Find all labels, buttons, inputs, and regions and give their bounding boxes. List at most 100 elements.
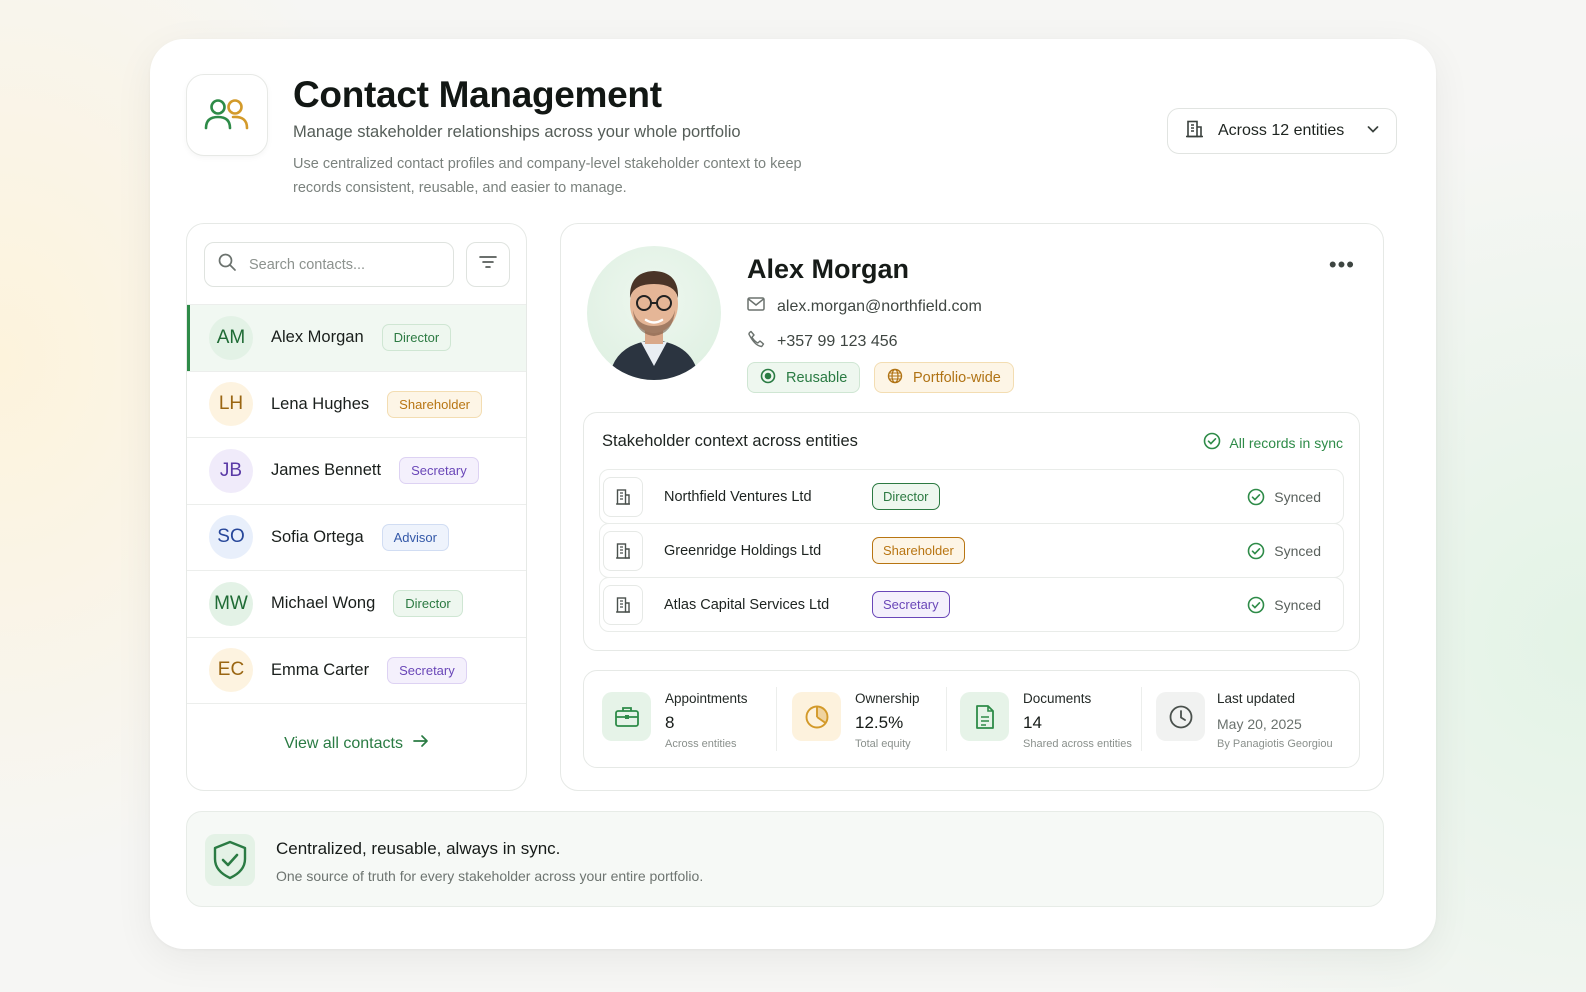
role-badge: Secretary (399, 457, 479, 485)
stat-value: 14 (1023, 713, 1042, 732)
entity-sync-status: Synced (1247, 596, 1321, 614)
stat-sublabel: Total equity (855, 738, 911, 750)
contact-row-michael-wong[interactable]: MW Michael Wong Director (187, 571, 526, 638)
avatar: MW (209, 581, 253, 626)
stat-value: May 20, 2025 (1217, 716, 1302, 732)
entity-name: Atlas Capital Services Ltd (664, 596, 830, 613)
contact-name: Emma Carter (271, 660, 370, 679)
contact-name: James Bennett (271, 461, 382, 480)
view-all-contacts-link[interactable]: View all contacts (187, 734, 526, 753)
synced-label: Synced (1274, 542, 1321, 559)
stat-label: Last updated (1217, 691, 1296, 706)
sync-banner: Centralized, reusable, always in sync. O… (186, 811, 1384, 907)
avatar: JB (209, 448, 253, 493)
contact-row-lena-hughes[interactable]: LH Lena Hughes Shareholder (187, 372, 526, 438)
role-badge: Director (393, 590, 463, 618)
pie-chart-icon (792, 692, 841, 741)
contacts-panel: AM Alex Morgan Director LH Lena Hughes S… (186, 223, 527, 791)
building-icon (603, 476, 643, 517)
building-icon (1184, 119, 1204, 144)
sync-status: All records in sync (1203, 432, 1343, 453)
banner-title: Centralized, reusable, always in sync. (276, 839, 561, 858)
clock-icon (1156, 692, 1205, 741)
entity-selector-label: Across 12 entities (1218, 122, 1345, 139)
check-circle-icon (1247, 488, 1265, 505)
tag-label: Portfolio-wide (913, 369, 1001, 386)
stat-label: Ownership (855, 691, 920, 706)
role-badge: Shareholder (872, 537, 965, 564)
role-badge: Secretary (387, 656, 467, 684)
stat-value: 12.5% (855, 713, 904, 732)
synced-label: Synced (1274, 488, 1321, 505)
stat-last-updated: Last updated May 20, 2025 By Panagiotis … (1141, 671, 1359, 767)
contact-name: Michael Wong (271, 594, 376, 613)
search-box[interactable] (204, 242, 454, 287)
contact-stats: Appointments 8 Across entities Ownership… (583, 670, 1360, 768)
synced-label: Synced (1274, 596, 1321, 613)
avatar: AM (209, 315, 253, 360)
stat-documents: Documents 14 Shared across entities (946, 671, 1141, 767)
contact-list: AM Alex Morgan Director LH Lena Hughes S… (187, 304, 526, 704)
stat-sublabel: Across entities (665, 738, 737, 750)
contact-name: Lena Hughes (271, 394, 370, 413)
arrow-right-icon (413, 734, 429, 753)
page-title: Contact Management (293, 74, 662, 115)
entity-row[interactable]: Greenridge Holdings Ltd Shareholder Sync… (599, 523, 1344, 578)
role-badge: Advisor (381, 523, 449, 551)
contact-row-emma-carter[interactable]: EC Emma Carter Secretary (187, 638, 526, 704)
profile-email[interactable]: alex.morgan@northfield.com (747, 297, 982, 316)
contact-row-sofia-ortega[interactable]: SO Sofia Ortega Advisor (187, 505, 526, 571)
entity-sync-status: Synced (1247, 542, 1321, 560)
contact-management-card: Contact Management Manage stakeholder re… (150, 39, 1436, 949)
entity-row[interactable]: Northfield Ventures Ltd Director Synced (599, 469, 1344, 524)
contacts-icon (186, 74, 268, 156)
profile-phone[interactable]: +357 99 123 456 (747, 330, 898, 353)
email-text: alex.morgan@northfield.com (777, 297, 982, 315)
filter-icon (478, 253, 498, 276)
entity-selector-dropdown[interactable]: Across 12 entities (1167, 108, 1397, 154)
stat-label: Appointments (665, 691, 748, 706)
entity-row[interactable]: Atlas Capital Services Ltd Secretary Syn… (599, 577, 1344, 632)
contact-row-james-bennett[interactable]: JB James Bennett Secretary (187, 438, 526, 505)
stat-value: 8 (665, 713, 675, 732)
more-options-icon[interactable]: ••• (1329, 252, 1355, 278)
phone-icon (747, 330, 765, 353)
search-icon (217, 252, 237, 277)
role-badge: Director (381, 324, 452, 352)
page-description: Use centralized contact profiles and com… (293, 156, 802, 196)
contact-row-alex-morgan[interactable]: AM Alex Morgan Director (187, 305, 526, 372)
view-all-label: View all contacts (284, 734, 403, 752)
stat-label: Documents (1023, 691, 1092, 706)
stat-sublabel: By Panagiotis Georgiou (1217, 738, 1333, 750)
role-badge: Director (872, 483, 940, 510)
entity-name: Northfield Ventures Ltd (664, 488, 812, 505)
check-circle-icon (1203, 432, 1221, 453)
avatar: LH (209, 382, 253, 427)
portfolio-wide-tag: Portfolio-wide (874, 362, 1014, 393)
building-icon (603, 584, 643, 625)
profile-photo (587, 246, 721, 380)
check-circle-icon (1247, 596, 1265, 613)
page-subtitle: Manage stakeholder relationships across … (293, 123, 741, 141)
filter-button[interactable] (466, 242, 510, 287)
entity-name: Greenridge Holdings Ltd (664, 542, 822, 559)
building-icon (603, 530, 643, 571)
section-title: Stakeholder context across entities (602, 432, 858, 450)
document-icon (960, 692, 1009, 741)
search-input[interactable] (249, 256, 429, 273)
role-badge: Secretary (872, 591, 950, 618)
stakeholder-context-section: Stakeholder context across entities All … (583, 412, 1360, 651)
mail-icon (747, 297, 765, 316)
reusable-tag: Reusable (747, 362, 861, 393)
contact-detail-panel: Alex Morgan alex.morgan@northfield.com +… (560, 223, 1384, 791)
chevron-down-icon (1366, 122, 1380, 141)
stat-ownership: Ownership 12.5% Total equity (776, 671, 946, 767)
stat-sublabel: Shared across entities (1023, 738, 1132, 750)
contact-name: Sofia Ortega (271, 527, 364, 546)
contact-name: Alex Morgan (271, 328, 364, 347)
briefcase-icon (602, 692, 651, 741)
globe-icon (887, 368, 903, 388)
profile-name: Alex Morgan (747, 254, 910, 284)
role-badge: Shareholder (387, 390, 482, 418)
tag-label: Reusable (786, 369, 848, 386)
